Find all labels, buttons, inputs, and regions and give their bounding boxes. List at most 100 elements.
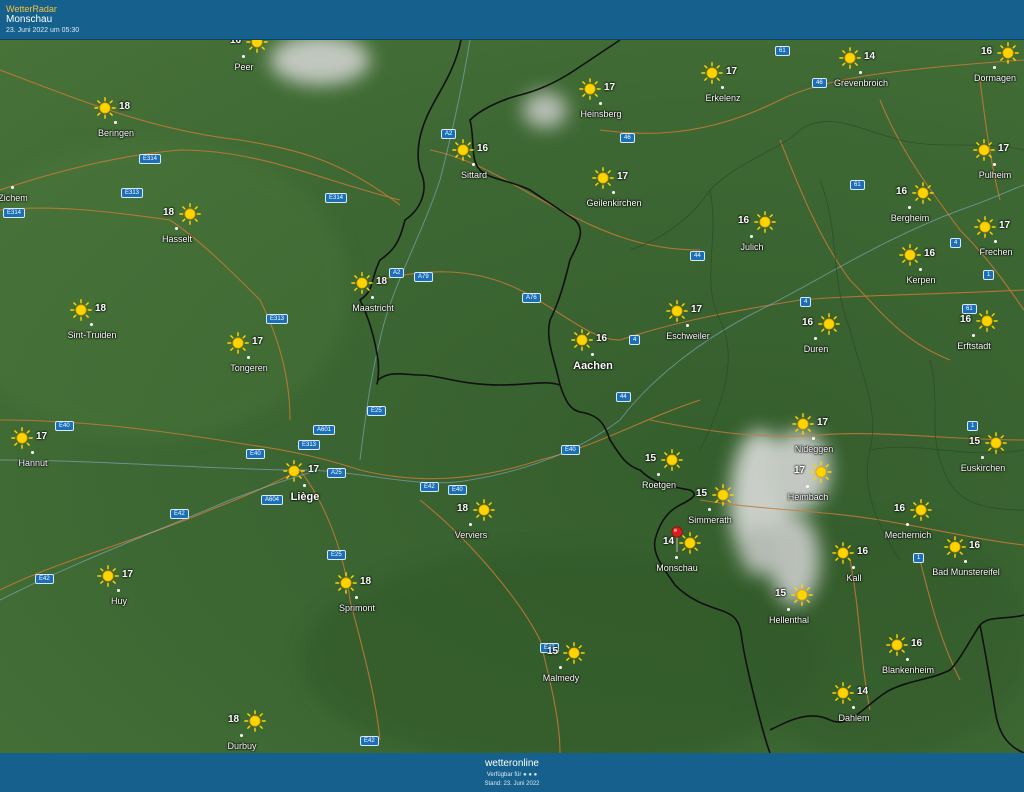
temperature-label: 18 <box>360 576 372 587</box>
city-name: Pulheim <box>978 170 1012 180</box>
road-badge: 1 <box>983 270 995 280</box>
road-badge: 1 <box>913 553 925 563</box>
city-dot <box>852 706 855 709</box>
city-name: Dormagen <box>973 73 1017 83</box>
temperature-label: 17 <box>726 66 738 77</box>
sun-icon <box>910 499 932 521</box>
city-name: Durbuy <box>227 741 257 751</box>
city-dot <box>240 734 243 737</box>
road-badge: 44 <box>690 251 705 261</box>
sun-icon <box>985 432 1007 454</box>
sun-icon <box>754 211 776 233</box>
city-dot <box>750 235 753 238</box>
temperature-label: 17 <box>998 143 1010 154</box>
city-name: Frechen <box>979 247 1013 257</box>
temperature-label: 18 <box>119 101 131 112</box>
road-badge: E314 <box>3 208 26 218</box>
city-name: Hellenthal <box>768 615 810 625</box>
road-badge: 4 <box>950 238 962 248</box>
city-dot <box>981 456 984 459</box>
road-badge: E40 <box>246 449 265 459</box>
road-badge: A25 <box>327 468 346 478</box>
city-dot <box>247 356 250 359</box>
city-name: Bergheim <box>890 213 930 223</box>
road-badge: E40 <box>448 485 467 495</box>
road-badge: E313 <box>266 314 289 324</box>
weather-map[interactable]: 61 46 46 A2 E314 E313 E314 E314 A2 A79 A76 44 61 4 4 1 6… <box>0 40 1024 753</box>
city-dot <box>90 323 93 326</box>
sun-icon <box>351 272 373 294</box>
temperature-label: 14 <box>857 686 869 697</box>
city-dot <box>814 337 817 340</box>
city-name: Eschweiler <box>666 331 710 341</box>
city-name: Bad Munstereifel <box>932 567 1000 577</box>
temperature-label: 17 <box>794 465 806 476</box>
city-name: Beringen <box>97 128 135 138</box>
city-name: Aachen <box>573 360 613 372</box>
sun-icon <box>832 682 854 704</box>
road-badge: 61 <box>775 46 790 56</box>
sun-icon <box>94 97 116 119</box>
sun-icon <box>283 460 305 482</box>
temperature-label: 16 <box>857 546 869 557</box>
map-base-layer <box>0 40 1024 753</box>
sun-icon <box>227 332 249 354</box>
sun-icon <box>791 584 813 606</box>
sun-icon <box>912 182 934 204</box>
city-name: Heinsberg <box>580 109 622 119</box>
city-dot <box>175 227 178 230</box>
city-dot <box>117 589 120 592</box>
temperature-label: 17 <box>308 464 320 475</box>
sun-icon <box>244 710 266 732</box>
city-name: Hasselt <box>161 234 193 244</box>
city-name: Heimbach <box>787 492 829 502</box>
sun-icon <box>792 413 814 435</box>
sun-icon <box>571 329 593 351</box>
city-name: Geilenkirchen <box>586 198 642 208</box>
city-dot <box>708 508 711 511</box>
city-name: Nideggen <box>794 444 834 454</box>
location-pin-icon[interactable] <box>671 526 683 552</box>
city-name: Tongeren <box>230 363 268 373</box>
sun-icon <box>70 299 92 321</box>
road-badge: 46 <box>812 78 827 88</box>
brand-logo[interactable]: wetteronline <box>0 758 1024 769</box>
temperature-label: 15 <box>547 646 559 657</box>
city-name: Verviers <box>454 530 488 540</box>
city-name: Blankenheim <box>881 665 935 675</box>
city-name: Monschau <box>656 563 698 573</box>
temperature-label: 15 <box>775 588 787 599</box>
sun-icon <box>563 642 585 664</box>
city-dot <box>812 437 815 440</box>
sun-icon <box>592 167 614 189</box>
road-badge: E42 <box>360 736 379 746</box>
city-name: Euskirchen <box>960 463 1006 473</box>
road-badge: 44 <box>616 392 631 402</box>
city-dot <box>964 560 967 563</box>
temperature-label: 16 <box>896 186 908 197</box>
city-dot <box>972 334 975 337</box>
temperature-label: 18 <box>228 714 240 725</box>
city-dot <box>591 353 594 356</box>
sun-icon <box>452 139 474 161</box>
temperature-label: 17 <box>604 82 616 93</box>
city-name: Duren <box>803 344 829 354</box>
app-name: WetterRadar <box>6 4 57 14</box>
city-name: Dahlem <box>838 713 870 723</box>
city-name: Sint-Truiden <box>67 330 117 340</box>
app-header: WetterRadar Monschau 23. Juni 2022 um 05… <box>0 0 1024 40</box>
city-name: Sprimont <box>338 603 376 613</box>
city-name: Mechernich <box>884 530 932 540</box>
sun-icon <box>579 78 601 100</box>
temperature-label: 16 <box>596 333 608 344</box>
city-dot <box>31 451 34 454</box>
city-name: Kerpen <box>906 275 936 285</box>
temperature-label: 18 <box>376 276 388 287</box>
road-badge: A79 <box>414 272 433 282</box>
availability-text: Verfügbar für <box>486 772 522 778</box>
sun-icon <box>246 40 268 53</box>
city-name: Julich <box>740 242 764 252</box>
city-dot <box>993 163 996 166</box>
sun-icon <box>974 216 996 238</box>
city-name: Liège <box>290 491 320 503</box>
